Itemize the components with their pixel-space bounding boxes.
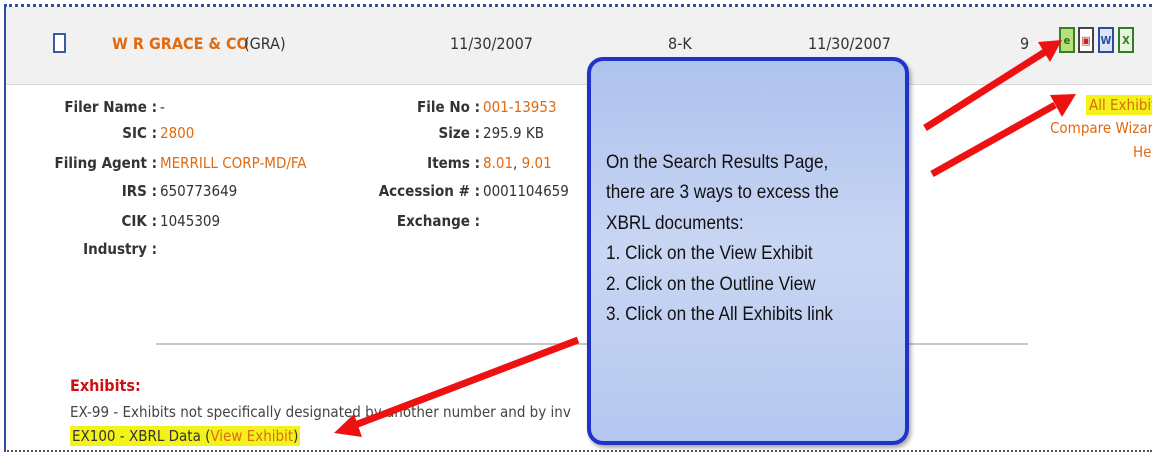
exhibit-ex100-label: EX100 - XBRL Data ( [72,427,211,445]
callout-line: On the Search Results Page, [606,151,829,173]
irs-label: IRS : [121,182,157,200]
compare-wizard-link[interactable]: Compare Wizard [1050,119,1152,137]
item-901-link[interactable]: 9.01 [522,154,552,172]
ticker: (GRA) [244,34,286,53]
callout-line: 1. Click on the View Exhibit [606,242,813,265]
company-link[interactable]: W R GRACE & CO [112,34,249,53]
result-row: W R GRACE & CO (GRA) 11/30/2007 8-K 11/3… [6,7,1152,85]
pdf-icon[interactable]: ▣ [1078,27,1094,53]
filed-date: 11/30/2007 [450,34,533,53]
cik-label: CIK : [121,212,157,230]
items-separator: , [513,154,522,172]
filing-agent-link[interactable]: MERRILL CORP-MD/FA [160,154,307,172]
exhibit-ex100-close: ) [293,427,299,445]
page-count: 9 [1020,34,1030,53]
exhibit-ex99[interactable]: EX-99 - Exhibits not specifically design… [70,403,571,421]
form-type: 8-K [668,34,692,53]
word-icon[interactable]: W [1098,27,1114,53]
irs-value: 650773649 [160,182,238,200]
filing-agent-label: Filing Agent : [54,154,157,172]
callout-line: there are 3 ways to excess the [606,181,839,204]
callout-line: XBRL documents: [606,211,744,234]
sic-label: SIC : [122,124,157,142]
exchange-label: Exchange : [396,212,480,230]
search-result-panel: W R GRACE & CO (GRA) 11/30/2007 8-K 11/3… [4,4,1152,452]
period-date: 11/30/2007 [808,34,891,53]
filer-name-value: - [160,98,165,116]
industry-label: Industry : [83,240,157,258]
callout-text: On the Search Results Page, there are 3 … [606,147,905,329]
callout-line: 3. Click on the All Exhibits link [606,303,833,326]
sic-link[interactable]: 2800 [160,124,194,142]
callout-line: 2. Click on the Outline View [606,272,816,295]
all-exhibits-link[interactable]: All Exhibits [1086,95,1152,115]
instruction-callout: On the Search Results Page, there are 3 … [587,57,909,445]
item-801-link[interactable]: 8.01 [483,154,513,172]
cik-value: 1045309 [160,212,221,230]
items-label: Items : [427,154,480,172]
accession-label: Accession # : [378,182,480,200]
row-checkbox[interactable] [53,33,66,53]
exhibits-title: Exhibits: [70,376,141,395]
excel-icon[interactable]: X [1118,27,1134,53]
items-value: 8.01, 9.01 [483,154,552,172]
size-value: 295.9 KB [483,124,545,142]
header-link[interactable]: Header [1133,143,1152,161]
file-no-link[interactable]: 001-13953 [483,98,557,116]
accession-value: 0001104659 [483,182,569,200]
outline-view-icon[interactable]: e [1059,27,1075,53]
size-label: Size : [438,124,480,142]
file-no-label: File No : [417,98,480,116]
filer-name-label: Filer Name : [64,98,157,116]
exhibit-ex100: EX100 - XBRL Data (View Exhibit) [70,426,301,446]
view-exhibit-link[interactable]: View Exhibit [210,427,293,445]
